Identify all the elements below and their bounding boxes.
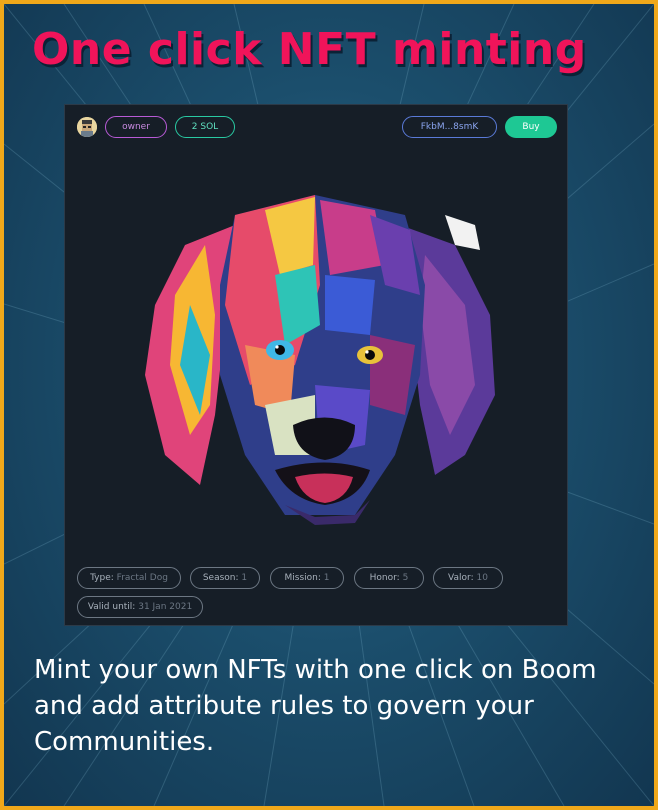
attribute-key: Valor: [448, 573, 474, 583]
attribute-type: Type: Fractal Dog [77, 567, 181, 589]
attribute-key: Honor: [369, 573, 400, 583]
attribute-key: Valid until: [87, 602, 136, 612]
price-badge[interactable]: 2 SOL [175, 116, 235, 138]
buy-button[interactable]: Buy [505, 116, 557, 138]
attribute-value: 5 [402, 573, 409, 583]
headline: One click NFT minting [32, 24, 587, 75]
attribute-value: 1 [323, 573, 330, 583]
fractal-dog-image [145, 195, 495, 525]
avatar-pixel-icon [77, 117, 97, 137]
attribute-key: Season: [202, 573, 239, 583]
promo-description: Mint your own NFTs with one click on Boo… [34, 655, 597, 757]
attribute-valid-until: Valid until: 31 Jan 2021 [77, 596, 203, 618]
owner-badge[interactable]: owner [105, 116, 167, 138]
wallet-address-badge[interactable]: FkbM...8smK [402, 116, 497, 138]
attribute-value: 1 [241, 573, 248, 583]
owner-avatar[interactable] [77, 117, 97, 137]
attribute-key: Mission: [284, 573, 321, 583]
attribute-valor: Valor: 10 [433, 567, 503, 589]
promo-frame: One click NFT minting owner 2 SOL FkbM..… [0, 0, 658, 810]
attribute-value: 10 [476, 573, 488, 583]
attribute-value: 31 Jan 2021 [138, 602, 193, 612]
attribute-season: Season: 1 [190, 567, 260, 589]
attribute-key: Type: [90, 573, 114, 583]
attribute-honor: Honor: 5 [354, 567, 424, 589]
attribute-value: Fractal Dog [116, 573, 168, 583]
nft-card: owner 2 SOL FkbM...8smK Buy Type: Fracta… [64, 104, 568, 626]
attribute-mission: Mission: 1 [270, 567, 344, 589]
